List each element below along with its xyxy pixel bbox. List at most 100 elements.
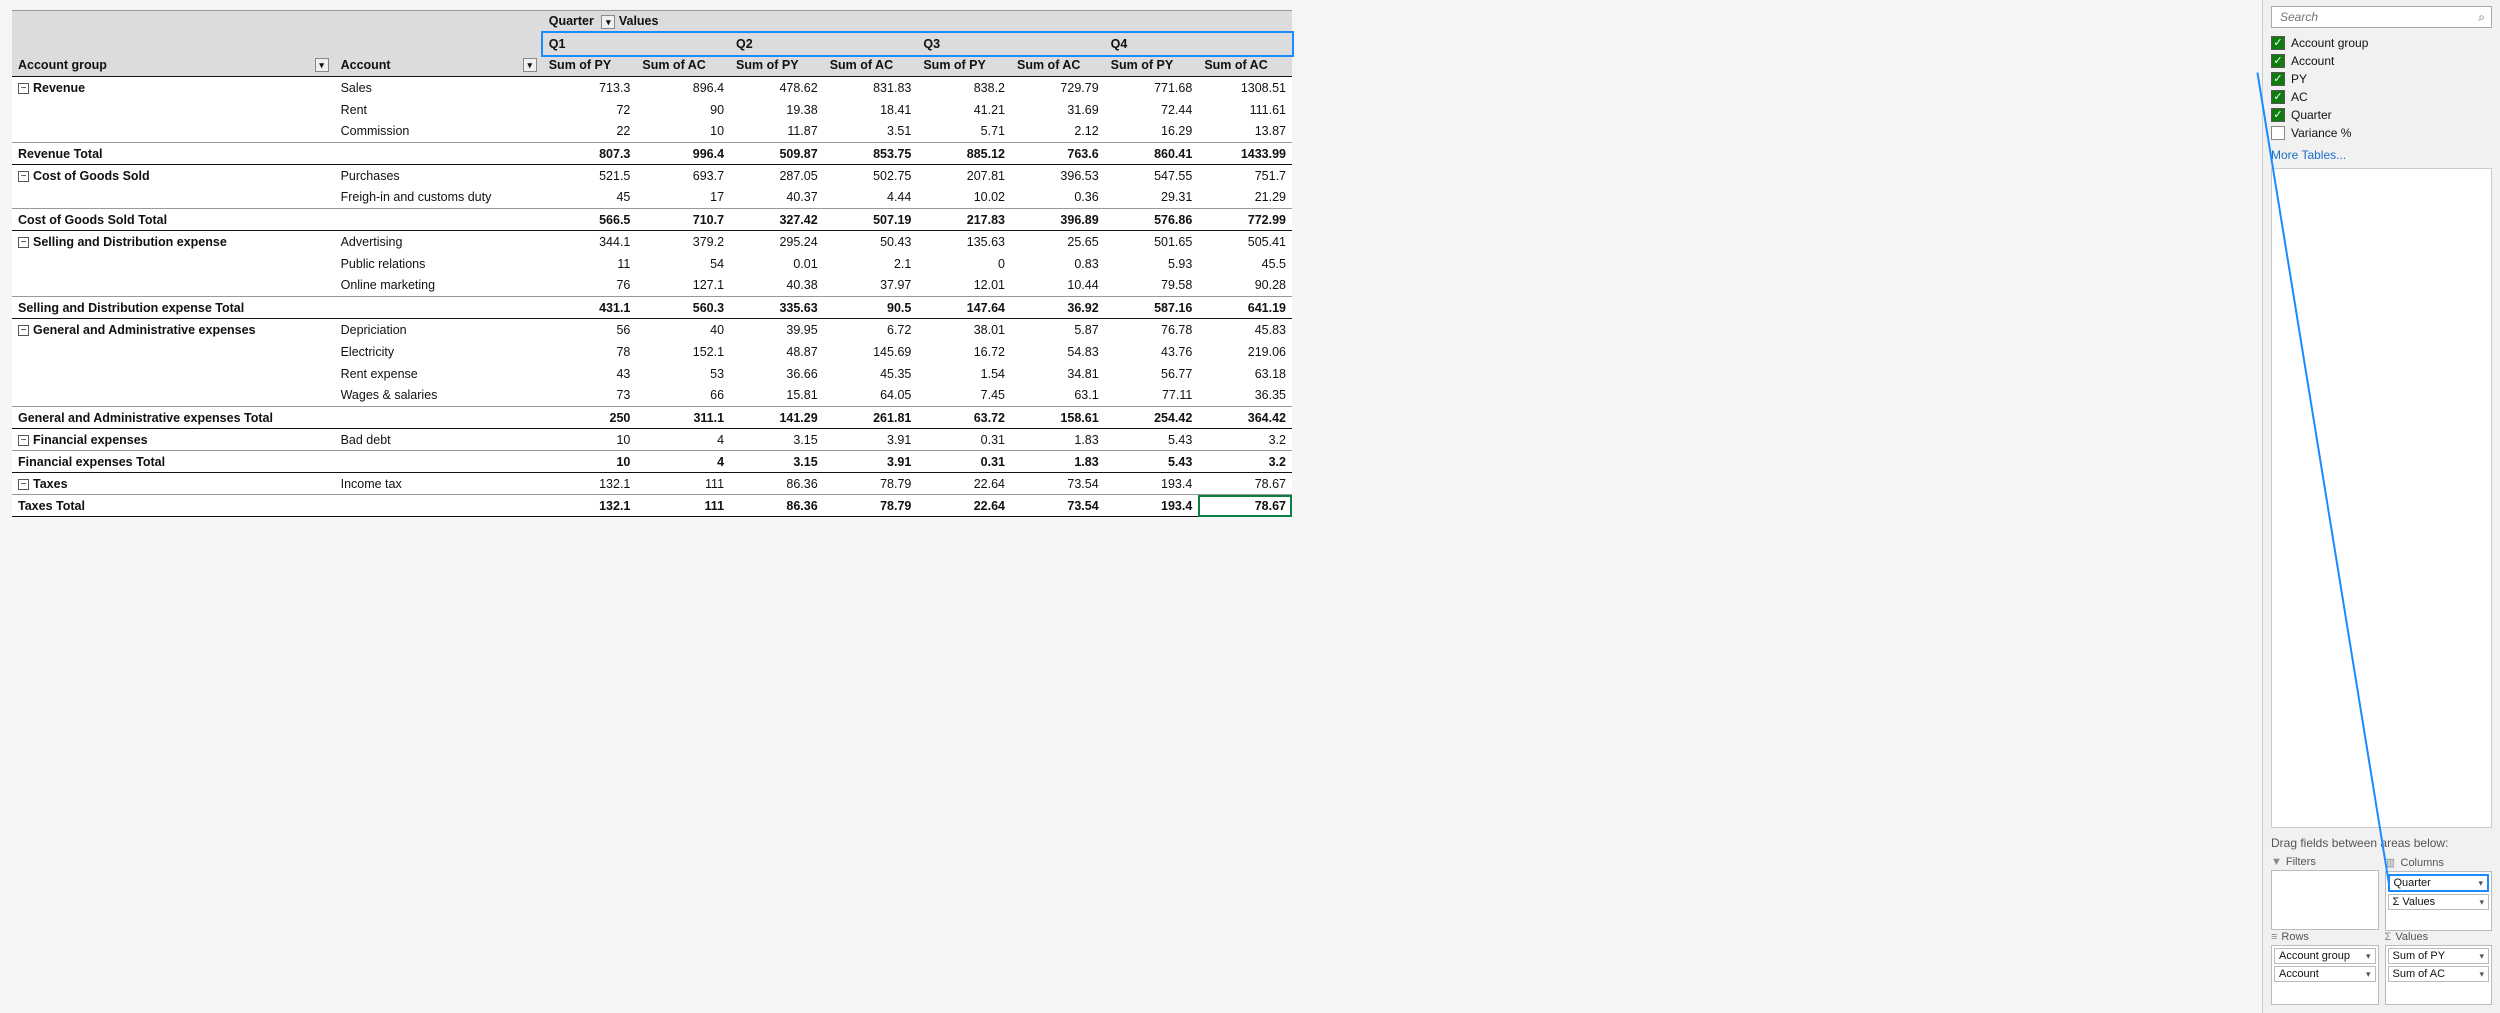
value-cell[interactable]: 86.36 — [730, 473, 824, 495]
value-cell[interactable]: 0 — [917, 253, 1011, 275]
value-cell[interactable]: 78.79 — [824, 473, 918, 495]
table-row[interactable]: −RevenueSales713.3896.4478.62831.83838.2… — [12, 77, 1292, 99]
value-cell[interactable]: 39.95 — [730, 319, 824, 341]
field-pill[interactable]: Account▾ — [2274, 966, 2376, 982]
value-cell[interactable]: 3.15 — [730, 429, 824, 451]
value-cell[interactable]: 66 — [636, 385, 730, 407]
field-item[interactable]: ✓Account group — [2271, 34, 2492, 52]
field-pill[interactable]: Sum of PY▾ — [2388, 948, 2490, 964]
value-cell[interactable]: 295.24 — [730, 231, 824, 253]
value-cell[interactable]: 10 — [543, 429, 637, 451]
value-cell[interactable]: 135.63 — [917, 231, 1011, 253]
total-cell[interactable]: 73.54 — [1011, 495, 1105, 517]
value-cell[interactable]: 547.55 — [1105, 165, 1199, 187]
account-group-filter-icon[interactable]: ▾ — [315, 58, 329, 72]
collapse-icon[interactable]: − — [18, 237, 29, 248]
value-cell[interactable]: 111.61 — [1198, 99, 1292, 121]
values-well[interactable]: Sum of PY▾ Sum of AC▾ — [2385, 945, 2493, 1005]
total-cell[interactable]: 4 — [636, 451, 730, 473]
field-pill[interactable]: Sum of AC▾ — [2388, 966, 2490, 982]
total-cell[interactable]: 396.89 — [1011, 209, 1105, 231]
chevron-down-icon[interactable]: ▾ — [2479, 951, 2484, 962]
field-item[interactable]: ✓AC — [2271, 88, 2492, 106]
total-row[interactable]: Financial expenses Total1043.153.910.311… — [12, 451, 1292, 473]
value-cell[interactable]: 45.83 — [1198, 319, 1292, 341]
total-cell[interactable]: 996.4 — [636, 143, 730, 165]
field-item[interactable]: ✓Quarter — [2271, 106, 2492, 124]
value-cell[interactable]: 45 — [543, 187, 637, 209]
value-cell[interactable]: 36.35 — [1198, 385, 1292, 407]
table-row[interactable]: −Cost of Goods SoldPurchases521.5693.728… — [12, 165, 1292, 187]
value-cell[interactable]: 478.62 — [730, 77, 824, 99]
table-row[interactable]: Wages & salaries736615.8164.057.4563.177… — [12, 385, 1292, 407]
value-cell[interactable]: 207.81 — [917, 165, 1011, 187]
value-cell[interactable]: 90.28 — [1198, 275, 1292, 297]
table-row[interactable]: −Financial expensesBad debt1043.153.910.… — [12, 429, 1292, 451]
value-cell[interactable]: 1308.51 — [1198, 77, 1292, 99]
value-cell[interactable]: 76 — [543, 275, 637, 297]
value-cell[interactable]: 19.38 — [730, 99, 824, 121]
value-cell[interactable]: 43 — [543, 363, 637, 385]
total-cell[interactable]: 254.42 — [1105, 407, 1199, 429]
value-cell[interactable]: 34.81 — [1011, 363, 1105, 385]
total-cell[interactable]: 0.31 — [917, 451, 1011, 473]
field-item[interactable]: ✓Account — [2271, 52, 2492, 70]
checkbox-icon[interactable]: ✓ — [2271, 108, 2285, 122]
table-row[interactable]: −General and Administrative expensesDepr… — [12, 319, 1292, 341]
total-cell[interactable]: 193.4 — [1105, 495, 1199, 517]
total-cell[interactable]: 78.79 — [824, 495, 918, 517]
value-cell[interactable]: 31.69 — [1011, 99, 1105, 121]
total-cell[interactable]: 311.1 — [636, 407, 730, 429]
value-cell[interactable]: 771.68 — [1105, 77, 1199, 99]
value-cell[interactable]: 72.44 — [1105, 99, 1199, 121]
total-row[interactable]: General and Administrative expenses Tota… — [12, 407, 1292, 429]
total-cell[interactable]: 772.99 — [1198, 209, 1292, 231]
value-cell[interactable]: 5.43 — [1105, 429, 1199, 451]
chevron-down-icon[interactable]: ▾ — [2479, 897, 2484, 908]
total-cell[interactable]: 78.67 — [1198, 495, 1292, 517]
value-cell[interactable]: 0.01 — [730, 253, 824, 275]
value-cell[interactable]: 38.01 — [917, 319, 1011, 341]
value-cell[interactable]: 152.1 — [636, 341, 730, 363]
value-cell[interactable]: 838.2 — [917, 77, 1011, 99]
value-cell[interactable]: 896.4 — [636, 77, 730, 99]
value-cell[interactable]: 40.38 — [730, 275, 824, 297]
table-row[interactable]: Rent expense435336.6645.351.5434.8156.77… — [12, 363, 1292, 385]
value-cell[interactable]: 344.1 — [543, 231, 637, 253]
value-cell[interactable]: 396.53 — [1011, 165, 1105, 187]
value-cell[interactable]: 1.83 — [1011, 429, 1105, 451]
columns-well[interactable]: Quarter▾Σ Values▾ — [2385, 871, 2493, 931]
total-cell[interactable]: 509.87 — [730, 143, 824, 165]
value-cell[interactable]: 132.1 — [543, 473, 637, 495]
value-cell[interactable]: 11.87 — [730, 121, 824, 143]
value-cell[interactable]: 751.7 — [1198, 165, 1292, 187]
total-cell[interactable]: 807.3 — [543, 143, 637, 165]
value-cell[interactable]: 713.3 — [543, 77, 637, 99]
account-header[interactable]: Account ▾ — [335, 55, 543, 77]
value-cell[interactable]: 16.29 — [1105, 121, 1199, 143]
value-cell[interactable]: 5.87 — [1011, 319, 1105, 341]
value-cell[interactable]: 56.77 — [1105, 363, 1199, 385]
value-cell[interactable]: 54 — [636, 253, 730, 275]
quarter-filter-icon[interactable]: ▾ — [601, 15, 615, 29]
value-cell[interactable]: 73.54 — [1011, 473, 1105, 495]
total-cell[interactable]: 3.91 — [824, 451, 918, 473]
collapse-icon[interactable]: − — [18, 171, 29, 182]
value-cell[interactable]: 5.93 — [1105, 253, 1199, 275]
value-cell[interactable]: 145.69 — [824, 341, 918, 363]
checkbox-icon[interactable]: ✓ — [2271, 36, 2285, 50]
value-cell[interactable]: 2.1 — [824, 253, 918, 275]
value-cell[interactable]: 3.91 — [824, 429, 918, 451]
value-cell[interactable]: 40 — [636, 319, 730, 341]
chevron-down-icon[interactable]: ▾ — [2366, 951, 2371, 962]
total-row[interactable]: Cost of Goods Sold Total566.5710.7327.42… — [12, 209, 1292, 231]
total-cell[interactable]: 710.7 — [636, 209, 730, 231]
field-pill[interactable]: Quarter▾ — [2388, 874, 2490, 892]
value-cell[interactable]: 521.5 — [543, 165, 637, 187]
collapse-icon[interactable]: − — [18, 435, 29, 446]
value-cell[interactable]: 63.1 — [1011, 385, 1105, 407]
value-cell[interactable]: 0.36 — [1011, 187, 1105, 209]
value-cell[interactable]: 40.37 — [730, 187, 824, 209]
field-pill[interactable]: Account group▾ — [2274, 948, 2376, 964]
value-cell[interactable]: 11 — [543, 253, 637, 275]
